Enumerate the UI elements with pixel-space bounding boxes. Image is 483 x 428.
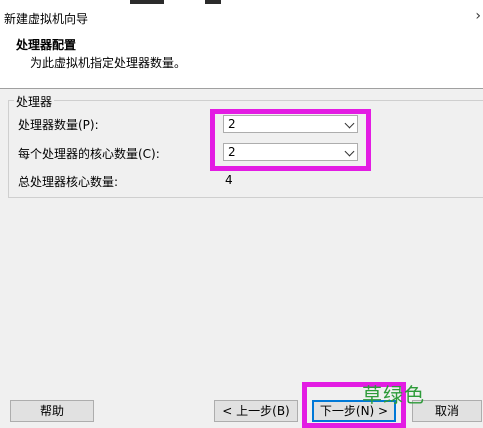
processor-count-label: 处理器数量(P): — [18, 118, 99, 132]
total-cores-label: 总处理器核心数量: — [18, 175, 119, 189]
cores-per-processor-label: 每个处理器的核心数量(C): — [18, 147, 160, 161]
wizard-header: 处理器配置 为此虚拟机指定处理器数量。 — [0, 30, 483, 89]
total-cores-value: 4 — [225, 173, 233, 187]
page-subtitle: 为此虚拟机指定处理器数量。 — [30, 56, 187, 70]
back-button[interactable]: < 上一步(B) — [214, 400, 298, 422]
highlight-box-selects — [210, 109, 371, 171]
title-bar: 新建虚拟机向导 › — [0, 4, 483, 30]
window-title: 新建虚拟机向导 — [4, 12, 89, 26]
page-title: 处理器配置 — [16, 38, 77, 52]
close-icon[interactable]: › — [475, 8, 481, 24]
groupbox-label: 处理器 — [14, 93, 55, 110]
watermark-text: 草绿色 — [362, 383, 425, 407]
help-button[interactable]: 帮助 — [10, 400, 94, 422]
